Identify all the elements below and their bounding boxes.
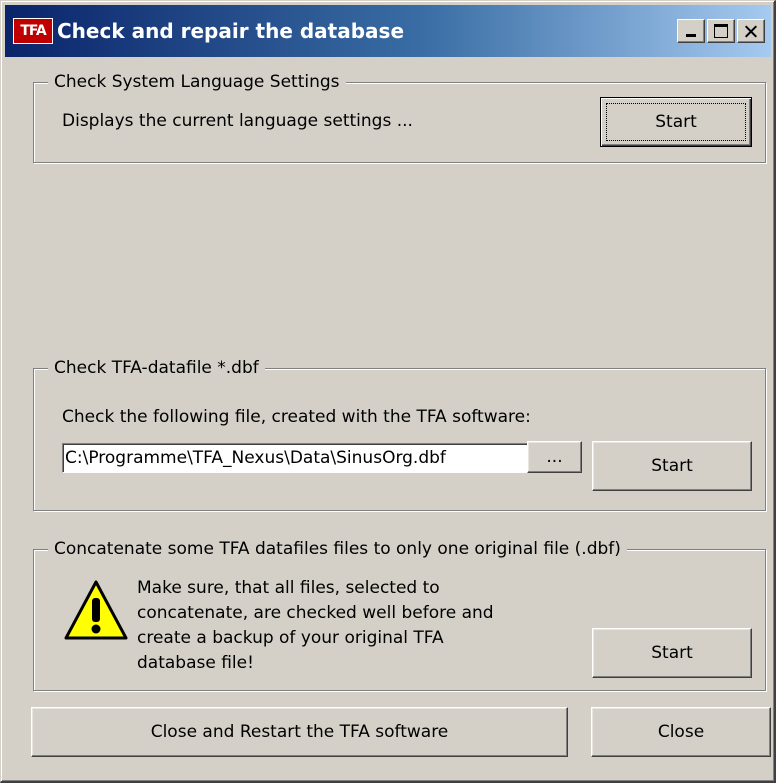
close-and-restart-button[interactable]: Close and Restart the TFA software [31,707,568,757]
language-settings-description: Displays the current language settings .… [62,111,413,131]
file-path-field[interactable]: C:\Programme\TFA_Nexus\Data\SinusOrg.dbf [62,443,544,473]
datafile-check-group: Check TFA-datafile *.dbf Check the follo… [33,356,766,511]
datafile-check-description: Check the following file, created with t… [62,407,531,427]
language-settings-group: Check System Language Settings Displays … [33,70,766,163]
concatenate-group: Concatenate some TFA datafiles files to … [33,537,766,691]
concatenate-start-button[interactable]: Start [592,628,752,678]
browse-button[interactable]: ... [527,441,582,473]
concatenate-legend: Concatenate some TFA datafiles files to … [48,537,627,561]
language-start-button[interactable]: Start [600,97,752,147]
datafile-start-button[interactable]: Start [592,441,752,491]
language-settings-legend: Check System Language Settings [48,70,346,94]
datafile-check-legend: Check TFA-datafile *.dbf [48,356,265,380]
browse-label: ... [546,447,563,467]
title-bar[interactable]: TFA Check and repair the database [5,5,771,57]
window-title: Check and repair the database [57,19,405,43]
concatenate-start-label: Start [651,643,693,663]
minimize-button[interactable] [677,19,705,43]
close-and-restart-label: Close and Restart the TFA software [150,722,449,742]
datafile-start-label: Start [651,456,693,476]
dialog-window: TFA Check and repair the database Check … [0,0,776,783]
close-label: Close [657,722,705,742]
focus-rectangle [606,103,746,141]
close-window-button[interactable] [737,19,765,43]
warning-icon [64,580,128,640]
warning-line-2: concatenate, are checked well before and [137,603,494,623]
warning-line-4: database file! [137,653,254,673]
warning-line-1: Make sure, that all files, selected to [137,578,440,598]
close-button[interactable]: Close [591,707,771,757]
app-icon: TFA [13,18,53,44]
maximize-button[interactable] [707,19,735,43]
warning-line-3: create a backup of your original TFA [137,628,444,648]
